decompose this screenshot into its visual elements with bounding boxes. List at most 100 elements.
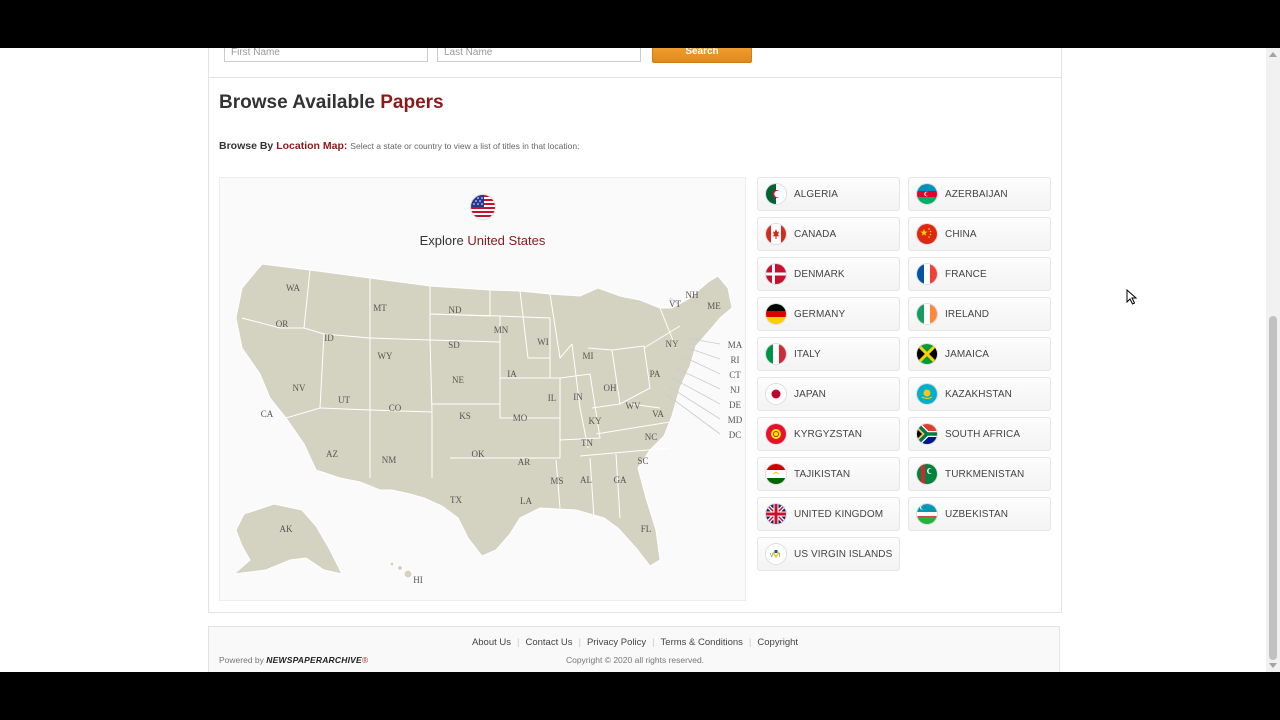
denmark-flag-icon <box>765 263 787 285</box>
page-title: Browse Available Papers <box>219 92 444 114</box>
state-label-me[interactable]: ME <box>707 301 721 311</box>
state-label-nj[interactable]: NJ <box>730 385 740 395</box>
state-label-tn[interactable]: TN <box>581 438 593 448</box>
state-label-ut[interactable]: UT <box>338 395 350 405</box>
state-label-ia[interactable]: IA <box>507 369 517 379</box>
scrollbar-thumb[interactable] <box>1269 316 1277 660</box>
country-button-algeria[interactable]: ALGERIA <box>757 177 900 211</box>
location-map-link[interactable]: Location Map: <box>276 140 347 152</box>
kazakhstan-flag-icon <box>916 383 938 405</box>
state-label-ny[interactable]: NY <box>666 339 679 349</box>
state-label-wa[interactable]: WA <box>286 283 300 293</box>
us-map[interactable]: WA OR CA ID NV MT WY UT AZ CO NM ND SD N… <box>220 178 747 602</box>
state-label-ne[interactable]: NE <box>452 375 464 385</box>
us-map-panel: Explore United States WA OR CA ID NV MT … <box>219 177 746 601</box>
state-label-id[interactable]: ID <box>324 333 334 343</box>
state-label-or[interactable]: OR <box>276 319 289 329</box>
country-name: TURKMENISTAN <box>945 468 1025 480</box>
footer-link-copyright[interactable]: Copyright <box>757 637 798 648</box>
country-button-tajikistan[interactable]: TAJIKISTAN <box>757 457 900 491</box>
country-button-azerbaijan[interactable]: AZERBAIJAN <box>908 177 1051 211</box>
country-button-germany[interactable]: GERMANY <box>757 297 900 331</box>
state-label-la[interactable]: LA <box>520 496 532 506</box>
state-label-ga[interactable]: GA <box>614 475 627 485</box>
state-label-sd[interactable]: SD <box>448 340 460 350</box>
country-button-jamaica[interactable]: JAMAICA <box>908 337 1051 371</box>
copyright-text: Copyright © 2020 all rights reserved. <box>565 655 705 665</box>
country-button-denmark[interactable]: DENMARK <box>757 257 900 291</box>
state-label-tx[interactable]: TX <box>450 495 462 505</box>
search-button[interactable]: Search <box>652 48 752 63</box>
scroll-up-arrow-icon[interactable] <box>1269 52 1277 57</box>
state-label-ak[interactable]: AK <box>280 524 293 534</box>
state-label-nc[interactable]: NC <box>645 432 658 442</box>
state-label-ms[interactable]: MS <box>550 476 563 486</box>
country-button-turkmenistan[interactable]: TURKMENISTAN <box>908 457 1051 491</box>
state-label-pa[interactable]: PA <box>650 369 661 379</box>
japan-flag-icon <box>765 383 787 405</box>
state-label-ar[interactable]: AR <box>518 457 531 467</box>
hawaii-shape[interactable] <box>403 569 413 579</box>
country-button-france[interactable]: FRANCE <box>908 257 1051 291</box>
state-label-co[interactable]: CO <box>389 403 402 413</box>
first-name-input[interactable] <box>224 48 428 62</box>
footer-link-terms-conditions[interactable]: Terms & Conditions <box>661 637 743 648</box>
state-label-nd[interactable]: ND <box>449 305 462 315</box>
state-label-ri[interactable]: RI <box>731 355 740 365</box>
state-label-ks[interactable]: KS <box>459 411 471 421</box>
state-label-wi[interactable]: WI <box>537 337 549 347</box>
ireland-flag-icon <box>916 303 938 325</box>
state-label-oh[interactable]: OH <box>604 383 617 393</box>
country-button-ireland[interactable]: IRELAND <box>908 297 1051 331</box>
state-label-va[interactable]: VA <box>652 409 664 419</box>
state-label-ky[interactable]: KY <box>589 416 602 426</box>
state-label-nm[interactable]: NM <box>382 455 397 465</box>
state-label-in[interactable]: IN <box>573 392 583 402</box>
alaska-shape[interactable] <box>232 503 343 575</box>
country-name: DENMARK <box>794 268 845 280</box>
country-name: ALGERIA <box>794 188 839 200</box>
state-label-de[interactable]: DE <box>729 400 741 410</box>
country-button-italy[interactable]: ITALY <box>757 337 900 371</box>
state-label-md[interactable]: MD <box>728 415 743 425</box>
italy-flag-icon <box>765 343 787 365</box>
country-button-canada[interactable]: CANADA <box>757 217 900 251</box>
state-label-mt[interactable]: MT <box>373 303 387 313</box>
state-label-nh[interactable]: NH <box>686 290 699 300</box>
state-label-fl[interactable]: FL <box>641 524 652 534</box>
state-label-ct[interactable]: CT <box>729 370 741 380</box>
state-label-al[interactable]: AL <box>580 475 592 485</box>
state-label-wv[interactable]: WV <box>626 401 641 411</box>
country-button-united-kingdom[interactable]: UNITED KINGDOM <box>757 497 900 531</box>
france-flag-icon <box>916 263 938 285</box>
country-button-japan[interactable]: JAPAN <box>757 377 900 411</box>
page-scrollbar[interactable] <box>1266 48 1280 672</box>
country-name: UZBEKISTAN <box>945 508 1009 520</box>
scroll-down-arrow-icon[interactable] <box>1269 663 1277 668</box>
last-name-input[interactable] <box>437 48 641 62</box>
state-label-ma[interactable]: MA <box>728 340 743 350</box>
state-label-ca[interactable]: CA <box>261 409 274 419</box>
state-label-hi[interactable]: HI <box>413 575 423 585</box>
state-label-mo[interactable]: MO <box>513 413 528 423</box>
country-button-china[interactable]: CHINA <box>908 217 1051 251</box>
state-label-ok[interactable]: OK <box>472 449 485 459</box>
state-label-il[interactable]: IL <box>548 393 557 403</box>
country-button-us-virgin-islands[interactable]: VI US VIRGIN ISLANDS <box>757 537 900 571</box>
state-label-sc[interactable]: SC <box>637 456 648 466</box>
state-label-mn[interactable]: MN <box>494 325 509 335</box>
footer-link-about-us[interactable]: About Us <box>472 637 511 648</box>
state-label-vt[interactable]: VT <box>669 299 681 309</box>
state-label-wy[interactable]: WY <box>378 351 393 361</box>
state-label-dc[interactable]: DC <box>729 430 742 440</box>
state-label-mi[interactable]: MI <box>583 351 594 361</box>
state-label-az[interactable]: AZ <box>326 449 338 459</box>
country-button-south-africa[interactable]: SOUTH AFRICA <box>908 417 1051 451</box>
state-label-nv[interactable]: NV <box>293 383 306 393</box>
country-button-kazakhstan[interactable]: KAZAKHSTAN <box>908 377 1051 411</box>
footer-link-contact-us[interactable]: Contact Us <box>525 637 572 648</box>
footer-link-privacy-policy[interactable]: Privacy Policy <box>587 637 646 648</box>
country-name: US VIRGIN ISLANDS <box>794 548 893 560</box>
country-button-uzbekistan[interactable]: UZBEKISTAN <box>908 497 1051 531</box>
country-button-kyrgyzstan[interactable]: KYRGYZSTAN <box>757 417 900 451</box>
